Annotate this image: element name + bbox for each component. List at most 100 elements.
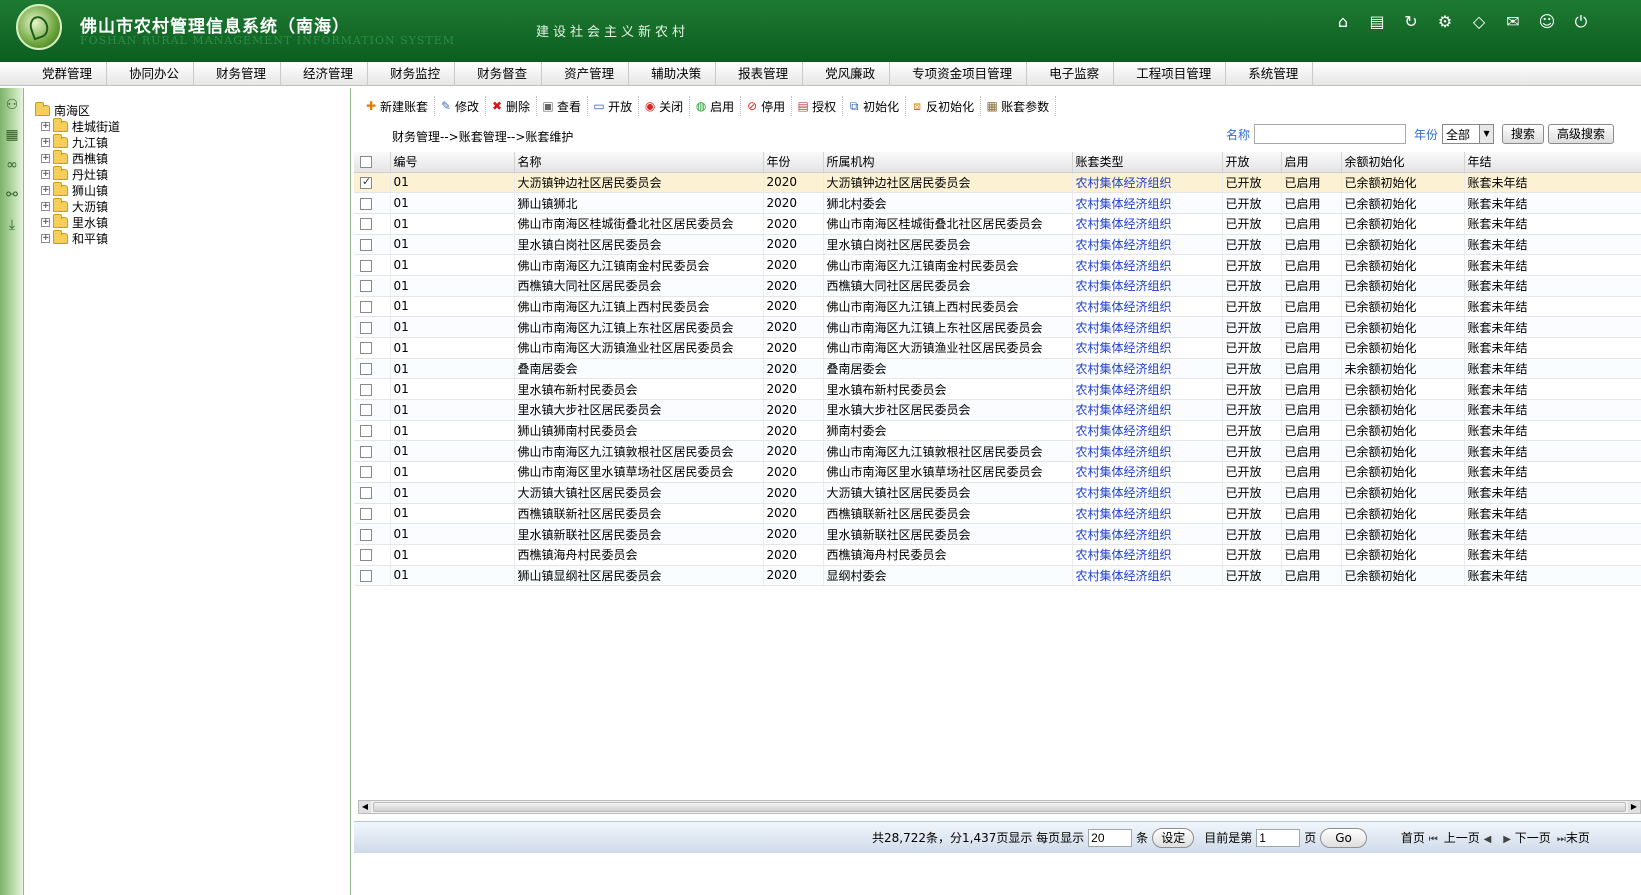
first-page-link[interactable]: 首页 ⏮: [1401, 829, 1438, 846]
expand-icon[interactable]: +: [41, 169, 50, 179]
tree-root-node[interactable]: 南海区: [35, 101, 350, 118]
table-row[interactable]: 01 狮山镇狮北 2020 狮北村委会 农村集体经济组织 已开放 已启用 已余额初始化 账套未年…: [354, 192, 1641, 214]
row-select-cell[interactable]: [354, 378, 391, 401]
users-icon[interactable]: ☺: [1537, 12, 1557, 32]
expand-icon[interactable]: +: [41, 233, 50, 243]
row-select-cell[interactable]: [354, 358, 391, 380]
tree-node[interactable]: + 和平镇: [41, 229, 350, 246]
table-row[interactable]: 01 里水镇白岗社区居民委员会 2020 里水镇白岗社区居民委员会 农村集体经济组织 已开…: [354, 234, 1641, 256]
nav-item[interactable]: 辅助决策: [629, 62, 717, 86]
cell-type[interactable]: 农村集体经济组织: [1072, 420, 1223, 442]
row-select-cell[interactable]: [354, 254, 391, 276]
cell-type[interactable]: 农村集体经济组织: [1072, 275, 1223, 297]
cell-type[interactable]: 农村集体经济组织: [1072, 523, 1223, 545]
column-header[interactable]: 编号: [390, 152, 515, 173]
cell-type[interactable]: 农村集体经济组织: [1072, 213, 1223, 235]
next-page-link[interactable]: ▶ 下一页: [1503, 829, 1551, 846]
row-select-cell[interactable]: [354, 420, 391, 442]
row-checkbox[interactable]: [360, 507, 372, 520]
tree-node[interactable]: + 丹灶镇: [41, 165, 350, 182]
column-header[interactable]: 启用: [1281, 152, 1342, 173]
nav-item[interactable]: 财务管理: [194, 62, 282, 86]
row-checkbox[interactable]: [360, 321, 372, 334]
row-select-cell[interactable]: [354, 275, 391, 297]
cell-type[interactable]: 农村集体经济组织: [1072, 234, 1223, 256]
cell-type[interactable]: 农村集体经济组织: [1072, 544, 1223, 566]
column-header[interactable]: 账套类型: [1072, 152, 1223, 173]
set-page-size-button[interactable]: 设定: [1152, 827, 1195, 848]
column-header[interactable]: 所属机构: [823, 152, 1073, 173]
nav-item[interactable]: 工程项目管理: [1114, 62, 1227, 86]
reinitialize-button[interactable]: ⧈ 反初始化: [906, 96, 982, 116]
row-select-cell[interactable]: [354, 234, 391, 256]
row-select-cell[interactable]: [354, 482, 391, 504]
row-select-cell[interactable]: [354, 523, 391, 545]
page-size-input[interactable]: [1088, 828, 1133, 847]
document-icon[interactable]: ▤: [1367, 12, 1387, 32]
row-checkbox[interactable]: [360, 404, 372, 417]
nav-item[interactable]: 专项资金项目管理: [890, 62, 1028, 86]
row-checkbox[interactable]: [360, 445, 372, 458]
table-row[interactable]: 01 狮山镇狮南村民委员会 2020 狮南村委会 农村集体经济组织 已开放 已启用 已余额初始…: [354, 420, 1641, 442]
authorize-button[interactable]: ▤ 授权: [792, 96, 844, 116]
nav-item[interactable]: 协同办公: [107, 62, 195, 86]
row-select-cell[interactable]: [354, 213, 391, 235]
expand-icon[interactable]: +: [41, 201, 50, 211]
enable-button[interactable]: ◍ 启用: [690, 96, 742, 116]
new-ledger-button[interactable]: ✚ 新建账套: [360, 96, 436, 116]
row-checkbox[interactable]: [360, 569, 372, 582]
table-row[interactable]: 01 大沥镇大镇社区居民委员会 2020 大沥镇大镇社区居民委员会 农村集体经济组织 已开…: [354, 482, 1641, 504]
expand-icon[interactable]: +: [41, 121, 50, 131]
expand-icon[interactable]: +: [41, 185, 50, 195]
cell-type[interactable]: 农村集体经济组织: [1072, 358, 1223, 380]
current-page-input[interactable]: [1256, 828, 1301, 847]
row-checkbox[interactable]: [360, 528, 372, 541]
table-row[interactable]: 01 佛山市南海区九江镇敦根社区居民委员会 2020 佛山市南海区九江镇敦根社区居民委…: [354, 440, 1641, 463]
disable-button[interactable]: ⊘ 停用: [741, 96, 793, 116]
advanced-search-button[interactable]: 高级搜索: [1548, 124, 1615, 144]
cell-type[interactable]: 农村集体经济组织: [1072, 192, 1223, 214]
scroll-left-icon[interactable]: ◀: [359, 801, 371, 813]
table-row[interactable]: 01 里水镇新联社区居民委员会 2020 里水镇新联社区居民委员会 农村集体经济组织 已开…: [354, 523, 1641, 545]
row-checkbox[interactable]: [360, 487, 372, 500]
calendar-icon[interactable]: ▦: [3, 126, 21, 144]
cell-type[interactable]: 农村集体经济组织: [1072, 254, 1223, 276]
row-select-cell[interactable]: [354, 316, 391, 338]
nav-item[interactable]: 经济管理: [281, 62, 369, 86]
column-header[interactable]: 年结: [1464, 152, 1641, 173]
row-select-cell[interactable]: [354, 565, 391, 587]
row-checkbox[interactable]: [360, 383, 372, 396]
nav-item[interactable]: 电子监察: [1027, 62, 1115, 86]
select-all-checkbox[interactable]: [360, 156, 372, 169]
tree-node[interactable]: + 狮山镇: [41, 181, 350, 198]
search-button[interactable]: 搜索: [1502, 124, 1545, 144]
name-search-input[interactable]: [1254, 124, 1407, 144]
nav-item[interactable]: 资产管理: [542, 62, 630, 86]
row-select-cell[interactable]: [354, 296, 391, 318]
initialize-button[interactable]: ⧉ 初始化: [843, 96, 907, 116]
table-row[interactable]: 01大沥镇钟边社区居民委员会2020大沥镇钟边社区居民委员会农村集体经济组织已开…: [354, 172, 1641, 194]
cell-type[interactable]: 农村集体经济组织: [1072, 378, 1223, 401]
nav-item[interactable]: 系统管理: [1226, 62, 1314, 86]
cell-type[interactable]: 农村集体经济组织: [1072, 296, 1223, 318]
table-row[interactable]: 01 西樵镇大同社区居民委员会 2020 西樵镇大同社区居民委员会 农村集体经济组织 已开…: [354, 275, 1641, 297]
logout-icon[interactable]: ⏻: [1571, 12, 1591, 32]
tree-node[interactable]: + 西樵镇: [41, 149, 350, 166]
row-select-cell[interactable]: [354, 172, 391, 194]
row-checkbox[interactable]: [360, 363, 372, 376]
row-select-cell[interactable]: [354, 503, 391, 525]
nav-item[interactable]: 财务督查: [455, 62, 543, 86]
nav-item[interactable]: 党风廉政: [803, 62, 891, 86]
row-checkbox[interactable]: [360, 342, 372, 355]
home-icon[interactable]: ⌂: [1333, 12, 1353, 32]
diamond-icon[interactable]: ◇: [1469, 12, 1489, 32]
edit-button[interactable]: ✎ 修改: [435, 96, 487, 116]
row-checkbox[interactable]: [360, 218, 372, 231]
open-button[interactable]: ▭ 开放: [588, 96, 640, 116]
row-checkbox[interactable]: [360, 175, 372, 189]
table-row[interactable]: 01 里水镇大步社区居民委员会 2020 里水镇大步社区居民委员会 农村集体经济组织 已开…: [354, 399, 1641, 421]
row-checkbox[interactable]: [360, 466, 372, 479]
row-select-cell[interactable]: [354, 399, 391, 421]
last-page-link[interactable]: ⏭末页: [1557, 829, 1590, 846]
delete-button[interactable]: ✖ 删除: [486, 96, 538, 116]
